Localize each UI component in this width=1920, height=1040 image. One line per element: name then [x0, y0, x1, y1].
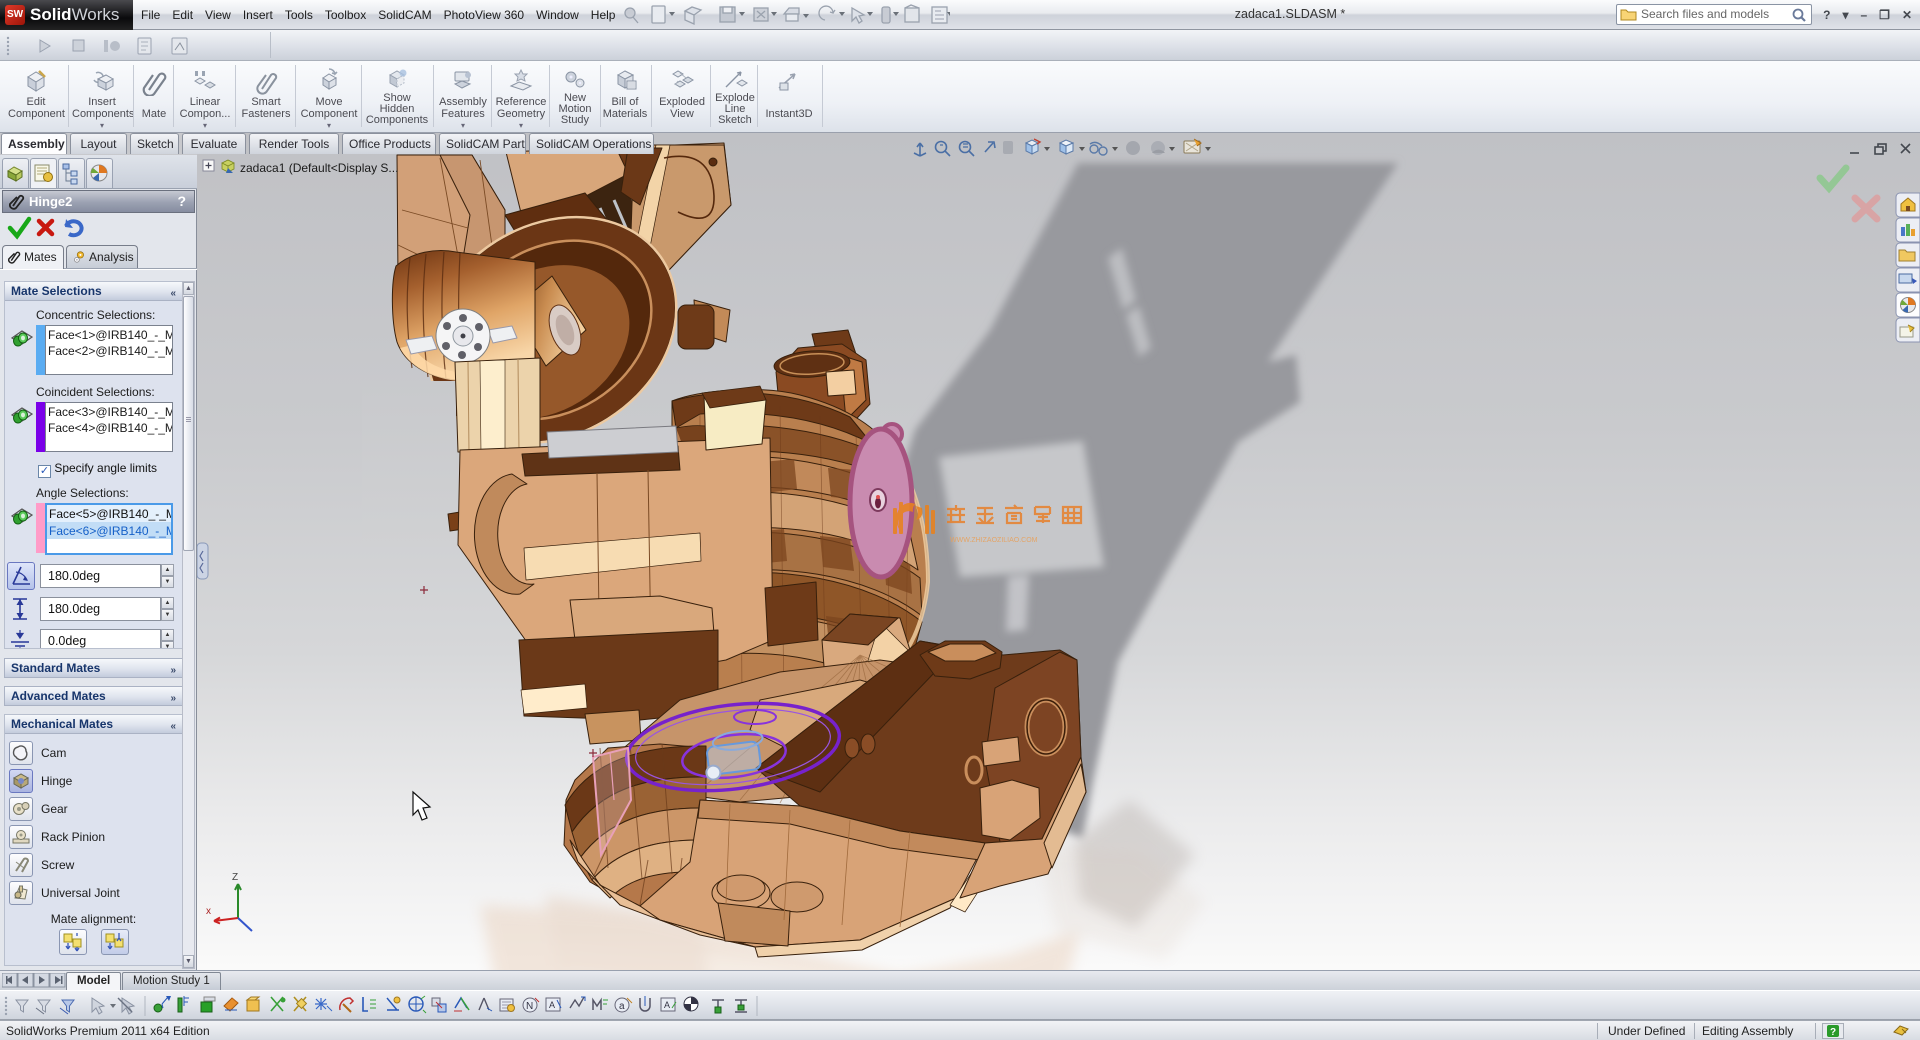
svg-text:x: x	[206, 906, 211, 917]
svg-text:a: a	[619, 1001, 625, 1012]
svg-text:A: A	[664, 1000, 670, 1010]
svg-text:?: ?	[1830, 1027, 1836, 1037]
svg-text:WWW.ZHIZAOZILIAO.COM: WWW.ZHIZAOZILIAO.COM	[950, 537, 1038, 544]
svg-text:A: A	[549, 1000, 555, 1010]
svg-text:Z: Z	[232, 872, 238, 883]
svg-text:N: N	[526, 1001, 533, 1012]
svg-text:zadaca1 (Default<Display S...: zadaca1 (Default<Display S...	[240, 161, 398, 175]
